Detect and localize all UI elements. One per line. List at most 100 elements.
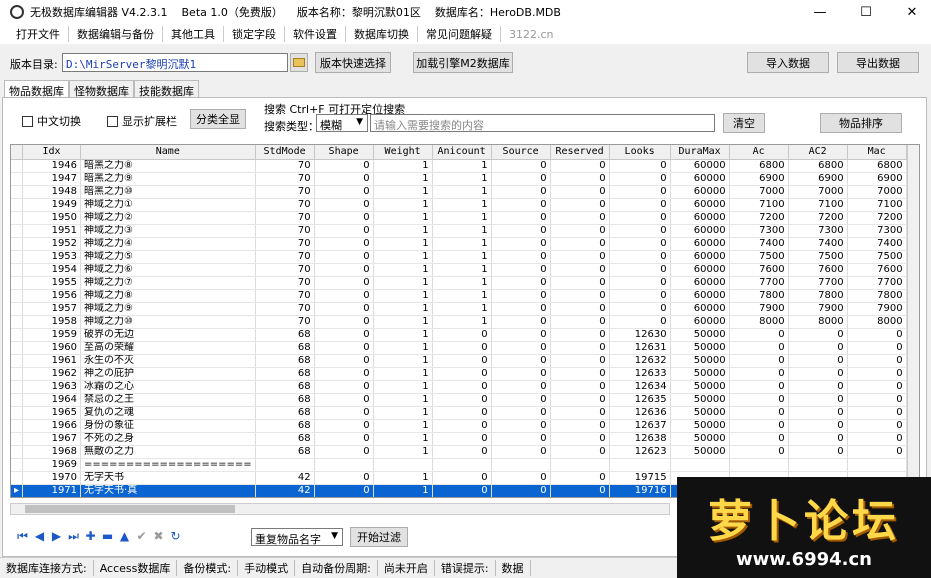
tab-items[interactable]: 物品数据库 xyxy=(4,80,69,98)
cell-reserved[interactable]: 0 xyxy=(550,393,610,407)
cell-shape[interactable]: 0 xyxy=(314,250,374,264)
cell-ac[interactable]: 0 xyxy=(729,419,789,433)
cell-stdmode[interactable]: 70 xyxy=(255,250,315,264)
cell-weight[interactable]: 1 xyxy=(373,315,433,329)
cell-source[interactable]: 0 xyxy=(491,328,551,342)
cell-ac2[interactable]: 7100 xyxy=(788,198,848,212)
cell-anicount[interactable]: 1 xyxy=(432,211,492,225)
dup-names-select[interactable]: 重复物品名字 ▼ xyxy=(251,528,343,546)
cell-idx[interactable]: 1961 xyxy=(22,354,82,368)
prior-icon[interactable]: ◀ xyxy=(31,528,48,544)
cell-stdmode[interactable]: 68 xyxy=(255,341,315,355)
cell-mac[interactable]: 0 xyxy=(847,328,907,342)
cell-ac[interactable]: 0 xyxy=(729,406,789,420)
cell-looks[interactable]: 12637 xyxy=(609,419,671,433)
cell-looks[interactable]: 0 xyxy=(609,289,671,303)
cell-ac[interactable]: 0 xyxy=(729,354,789,368)
cell-idx[interactable]: 1967 xyxy=(22,432,82,446)
cell-name[interactable]: 神域之力⑨ xyxy=(80,302,256,316)
cell-shape[interactable]: 0 xyxy=(314,159,374,173)
cell-ac2[interactable]: 7000 xyxy=(788,185,848,199)
cell-stdmode[interactable]: 68 xyxy=(255,445,315,459)
cell-reserved[interactable]: 0 xyxy=(550,185,610,199)
cell-duramax[interactable]: 60000 xyxy=(670,237,730,251)
maximize-button[interactable]: ☐ xyxy=(843,0,889,24)
row-indicator[interactable] xyxy=(11,354,24,368)
cell-source[interactable] xyxy=(491,458,551,472)
edit-icon[interactable]: ▲ xyxy=(116,528,133,544)
row-indicator[interactable] xyxy=(11,237,24,251)
cell-reserved[interactable]: 0 xyxy=(550,484,610,497)
cell-looks[interactable]: 0 xyxy=(609,250,671,264)
cell-name[interactable]: 不死の之身 xyxy=(80,432,256,446)
table-row[interactable]: 1948 暗黑之力⑩ 70 0 1 1 0 0 0 60000 7000 7000 7000 xyxy=(11,185,907,199)
cell-reserved[interactable]: 0 xyxy=(550,354,610,368)
cell-name[interactable]: 暗黑之力⑩ xyxy=(80,185,256,199)
cell-ac2[interactable]: 0 xyxy=(788,419,848,433)
cell-name[interactable]: 破界の无边 xyxy=(80,328,256,342)
cell-shape[interactable]: 0 xyxy=(314,432,374,446)
row-indicator[interactable] xyxy=(11,458,24,472)
cell-name[interactable]: 神域之力① xyxy=(80,198,256,212)
cell-ac2[interactable]: 8000 xyxy=(788,315,848,329)
cell-ac[interactable]: 0 xyxy=(729,328,789,342)
cell-anicount[interactable]: 1 xyxy=(432,172,492,186)
export-button[interactable]: 导出数据 xyxy=(837,52,919,73)
col-looks[interactable]: Looks xyxy=(609,145,671,160)
cell-name[interactable]: 至高の荣耀 xyxy=(80,341,256,355)
cell-ac2[interactable]: 7700 xyxy=(788,276,848,290)
cell-ac[interactable]: 0 xyxy=(729,432,789,446)
cell-name[interactable]: 神之の庇护 xyxy=(80,367,256,381)
row-indicator[interactable] xyxy=(11,302,24,316)
cell-weight[interactable]: 1 xyxy=(373,380,433,394)
cell-idx[interactable]: 1949 xyxy=(22,198,82,212)
cell-ac2[interactable] xyxy=(788,458,848,472)
cell-ac2[interactable]: 7200 xyxy=(788,211,848,225)
cell-ac2[interactable]: 7400 xyxy=(788,237,848,251)
cell-name[interactable]: 暗黑之力⑧ xyxy=(80,159,256,173)
cancel-icon[interactable]: ✖ xyxy=(150,528,167,544)
cell-name[interactable]: 神域之力⑥ xyxy=(80,263,256,277)
cell-stdmode[interactable]: 70 xyxy=(255,237,315,251)
cell-mac[interactable]: 7000 xyxy=(847,185,907,199)
row-indicator[interactable] xyxy=(11,198,24,212)
cell-ac2[interactable]: 6800 xyxy=(788,159,848,173)
cell-idx[interactable]: 1970 xyxy=(22,471,82,485)
cell-mac[interactable]: 0 xyxy=(847,445,907,459)
cell-anicount[interactable]: 0 xyxy=(432,367,492,381)
cell-anicount[interactable]: 0 xyxy=(432,471,492,485)
cell-idx[interactable]: 1958 xyxy=(22,315,82,329)
cell-source[interactable]: 0 xyxy=(491,445,551,459)
cell-ac[interactable]: 0 xyxy=(729,380,789,394)
cell-reserved[interactable]: 0 xyxy=(550,471,610,485)
cell-anicount[interactable]: 1 xyxy=(432,315,492,329)
cell-duramax[interactable]: 60000 xyxy=(670,289,730,303)
cell-weight[interactable]: 1 xyxy=(373,172,433,186)
cell-anicount[interactable]: 1 xyxy=(432,276,492,290)
cell-ac[interactable]: 7500 xyxy=(729,250,789,264)
cell-ac2[interactable]: 0 xyxy=(788,445,848,459)
cell-stdmode[interactable]: 42 xyxy=(255,484,315,497)
cell-mac[interactable]: 0 xyxy=(847,419,907,433)
show-extended-checkbox[interactable]: 显示扩展栏 xyxy=(107,113,177,129)
cell-ac[interactable]: 7800 xyxy=(729,289,789,303)
cell-weight[interactable]: 1 xyxy=(373,471,433,485)
row-indicator[interactable] xyxy=(11,172,24,186)
cell-source[interactable]: 0 xyxy=(491,237,551,251)
col-anicount[interactable]: Anicount xyxy=(432,145,492,160)
cell-source[interactable]: 0 xyxy=(491,289,551,303)
cell-anicount[interactable]: 0 xyxy=(432,393,492,407)
row-indicator[interactable] xyxy=(11,185,24,199)
clear-button[interactable]: 清空 xyxy=(723,113,765,133)
cell-name[interactable]: 禁忌の之王 xyxy=(80,393,256,407)
load-engine-button[interactable]: 加载引擎M2数据库 xyxy=(413,52,513,73)
table-row[interactable]: 1968 無敵の之力 68 0 1 0 0 0 12623 50000 0 0 0 xyxy=(11,445,907,459)
cell-idx[interactable]: 1952 xyxy=(22,237,82,251)
cell-stdmode[interactable]: 70 xyxy=(255,224,315,238)
col-stdmode[interactable]: StdMode xyxy=(255,145,315,160)
cell-anicount[interactable]: 0 xyxy=(432,432,492,446)
table-row[interactable]: 1959 破界の无边 68 0 1 0 0 0 12630 50000 0 0 0 xyxy=(11,328,907,342)
row-indicator[interactable] xyxy=(11,406,24,420)
cell-name[interactable]: 神域之力④ xyxy=(80,237,256,251)
cell-shape[interactable]: 0 xyxy=(314,367,374,381)
